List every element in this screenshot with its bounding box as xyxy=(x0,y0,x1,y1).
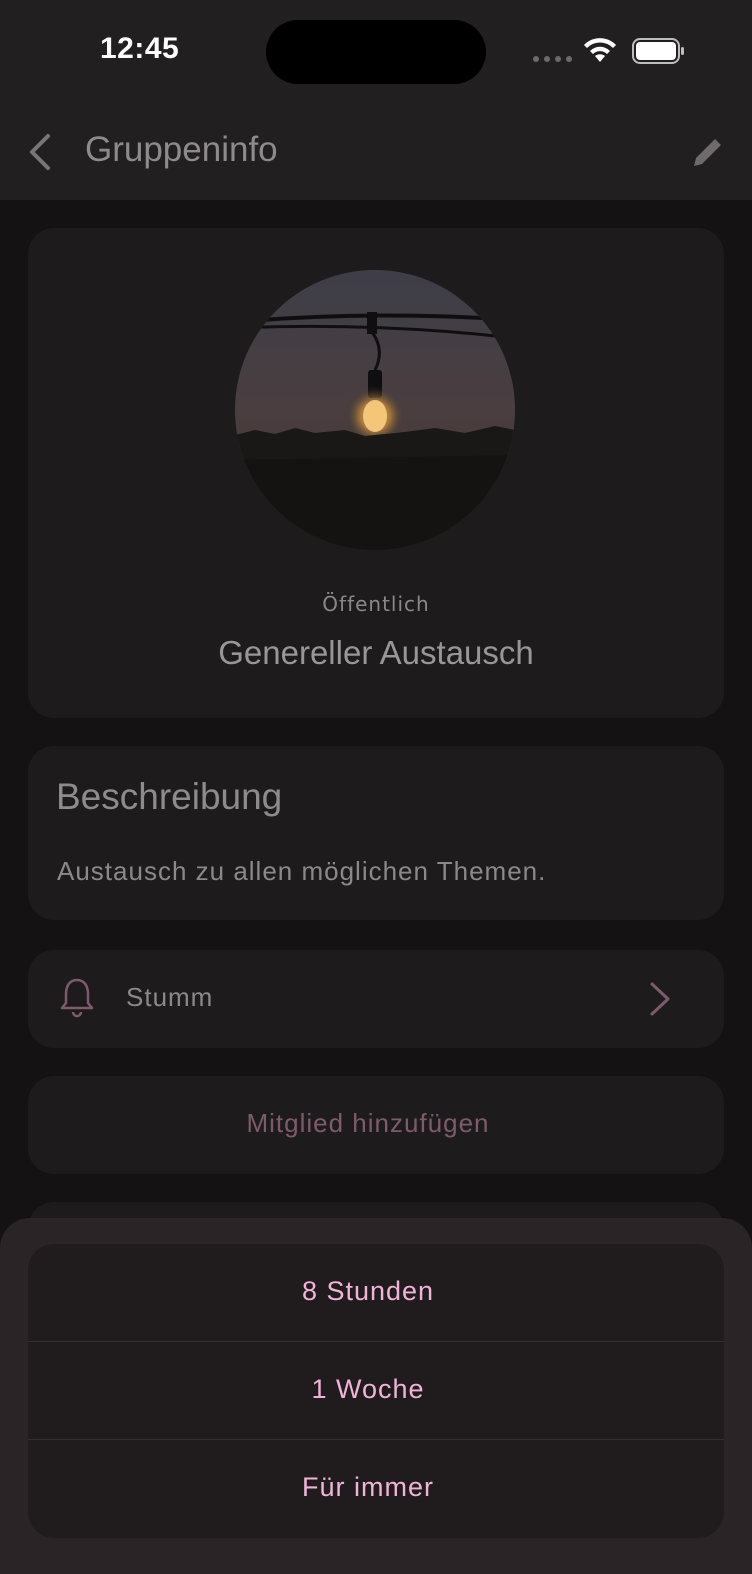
mute-option-label: Für immer xyxy=(302,1472,434,1502)
description-card: Beschreibung Austausch zu allen mögliche… xyxy=(28,746,724,920)
mute-option-forever[interactable]: Für immer xyxy=(28,1440,724,1537)
cellular-signal-icon xyxy=(533,56,573,62)
wifi-icon xyxy=(584,38,616,62)
description-text: Austausch zu allen möglichen Themen. xyxy=(57,856,547,886)
chevron-right-icon xyxy=(650,982,670,1016)
back-arrow-icon[interactable] xyxy=(22,132,58,172)
mute-option-1-week[interactable]: 1 Woche xyxy=(28,1342,724,1440)
mute-option-8-hours[interactable]: 8 Stunden xyxy=(28,1244,724,1342)
dynamic-island xyxy=(266,20,486,84)
status-bar: 12:45 xyxy=(0,0,752,100)
add-member-button[interactable]: Mitglied hinzufügen xyxy=(28,1076,724,1174)
group-avatar[interactable] xyxy=(235,270,515,550)
mute-option-label: 8 Stunden xyxy=(301,1276,435,1306)
group-visibility-label: Öffentlich xyxy=(322,592,430,616)
page-title: Gruppeninfo xyxy=(85,130,278,169)
mute-option-label: 1 Woche xyxy=(311,1374,425,1404)
status-time: 12:45 xyxy=(100,32,180,65)
edit-pencil-icon[interactable] xyxy=(690,134,726,170)
group-name: Genereller Austausch xyxy=(218,634,534,671)
mute-duration-options: 8 Stunden 1 Woche Für immer xyxy=(28,1244,724,1538)
mute-row[interactable]: Stumm xyxy=(28,950,724,1048)
group-avatar-image xyxy=(235,270,515,550)
bell-icon xyxy=(60,978,94,1018)
mute-label: Stumm xyxy=(126,982,214,1012)
add-member-label: Mitglied hinzufügen xyxy=(246,1108,490,1138)
battery-icon xyxy=(632,38,684,64)
group-header-card: Öffentlich Genereller Austausch xyxy=(28,228,724,718)
mute-duration-sheet: 8 Stunden 1 Woche Für immer xyxy=(0,1218,752,1574)
description-heading: Beschreibung xyxy=(56,776,283,817)
